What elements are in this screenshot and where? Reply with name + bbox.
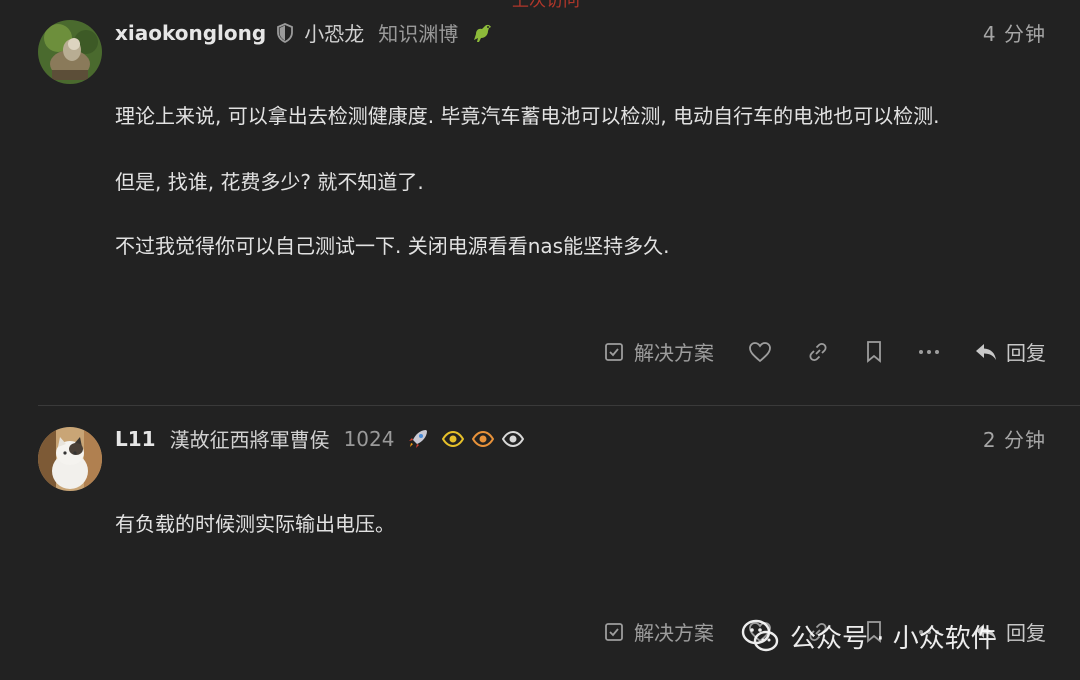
like-button[interactable] (748, 341, 772, 363)
heart-icon (748, 341, 772, 363)
avatar[interactable] (38, 427, 102, 491)
post-paragraph: 理论上来说, 可以拿出去检测健康度. 毕竟汽车蓄电池可以检测, 电动自行车的电池… (115, 104, 940, 128)
eye-icon-orange (472, 430, 495, 447)
eye-icon-yellow (442, 430, 465, 447)
solution-button[interactable]: 解决方案 (604, 617, 714, 646)
last-visit-label: 上次访问 (512, 0, 580, 11)
username[interactable]: L11 (115, 427, 156, 451)
copy-link-button[interactable] (806, 341, 830, 363)
watermark-text: 公众号 · 小众软件 (790, 623, 997, 654)
shield-icon (276, 22, 294, 43)
user-title: 知识渊博 (378, 22, 459, 46)
post-time[interactable]: 4 分钟 (983, 18, 1046, 47)
checkbox-icon (604, 342, 624, 362)
reply-label: 回复 (1006, 341, 1046, 365)
full-name: 小恐龙 (304, 22, 365, 46)
full-name: 漢故征西將軍曹侯 (169, 428, 330, 452)
eye-icon-white (502, 430, 525, 447)
reply-arrow-icon (974, 341, 998, 363)
reply-button[interactable]: 回复 (974, 337, 1046, 366)
post-time[interactable]: 2 分钟 (983, 424, 1046, 453)
wechat-icon (740, 616, 780, 656)
post-paragraph: 但是, 找谁, 花费多少? 就不知道了. (115, 170, 424, 194)
solution-button[interactable]: 解决方案 (604, 337, 714, 366)
post-paragraph: 不过我觉得你可以自己测试一下. 关闭电源看看nas能坚持多久. (115, 234, 670, 258)
post-paragraph: 有负载的时候测实际输出电压。 (115, 512, 395, 536)
watermark: 公众号 · 小众软件 (740, 606, 1070, 666)
post-actions: 解决方案 回复 (604, 337, 1046, 366)
solution-label: 解决方案 (634, 621, 714, 645)
bookmark-button[interactable] (864, 340, 884, 364)
checkbox-icon (604, 622, 624, 642)
user-title: 1024 (343, 426, 395, 451)
avatar[interactable] (38, 20, 102, 84)
rocket-icon (406, 427, 430, 451)
post-divider (38, 405, 1080, 406)
bookmark-icon (864, 340, 884, 364)
more-button[interactable] (918, 347, 940, 357)
username[interactable]: xiaokonglong (115, 21, 266, 45)
ellipsis-icon (918, 347, 940, 357)
dinosaur-emoji-icon (470, 22, 494, 44)
solution-label: 解决方案 (634, 341, 714, 365)
link-icon (806, 341, 830, 363)
